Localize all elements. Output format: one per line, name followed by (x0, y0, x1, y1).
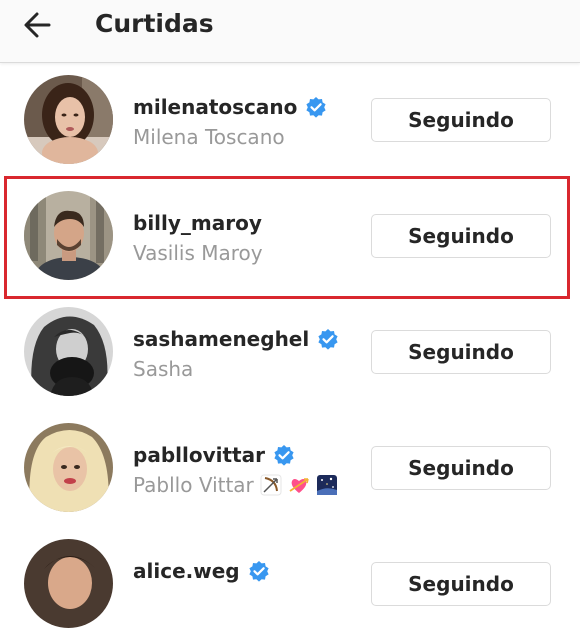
username[interactable]: milenatoscano (133, 92, 327, 122)
username[interactable]: alice.weg (133, 556, 270, 586)
list-item[interactable]: alice.weg Seguindo (0, 527, 580, 643)
full-name-text: Milena Toscano (133, 125, 285, 149)
avatar[interactable] (24, 191, 113, 280)
following-button[interactable]: Seguindo (371, 446, 551, 490)
full-name: Pabllo Vittar (133, 470, 338, 500)
username-text: alice.weg (133, 559, 240, 583)
full-name: Vasilis Maroy (133, 238, 263, 268)
following-button[interactable]: Seguindo (371, 98, 551, 142)
list-item[interactable]: billy_maroy Vasilis Maroy Seguindo (0, 179, 580, 295)
username[interactable]: billy_maroy (133, 208, 262, 238)
following-button[interactable]: Seguindo (371, 330, 551, 374)
list-item[interactable]: pabllovittar Pabllo Vittar Seguindo (0, 411, 580, 527)
verified-badge-icon (274, 445, 294, 466)
username-text: billy_maroy (133, 211, 262, 235)
avatar[interactable] (24, 423, 113, 512)
following-button[interactable]: Seguindo (371, 214, 551, 258)
avatar[interactable] (24, 539, 113, 628)
top-app-bar: Curtidas (0, 0, 580, 63)
bow-and-arrow-emoji-icon (260, 474, 282, 496)
avatar[interactable] (24, 75, 113, 164)
full-name-text: Pabllo Vittar (133, 473, 254, 497)
full-name-text: Vasilis Maroy (133, 241, 263, 265)
verified-badge-icon (306, 97, 326, 118)
page-title: Curtidas (95, 9, 214, 38)
heart-with-arrow-emoji-icon (289, 478, 309, 493)
night-sky-emoji-icon (316, 475, 337, 495)
verified-badge-icon (248, 561, 269, 582)
full-name: Milena Toscano (133, 122, 285, 152)
verified-badge-icon (318, 329, 338, 350)
back-button[interactable] (18, 6, 56, 44)
likes-list: milenatoscano Milena Toscano Seguindo bi… (0, 63, 580, 643)
username[interactable]: sashameneghel (133, 324, 339, 354)
arrow-left-icon (24, 12, 51, 38)
username[interactable]: pabllovittar (133, 440, 295, 470)
list-item[interactable]: sashameneghel Sasha Seguindo (0, 295, 580, 411)
username-text: milenatoscano (133, 95, 298, 119)
following-button[interactable]: Seguindo (371, 562, 551, 606)
avatar[interactable] (24, 307, 113, 396)
username-text: pabllovittar (133, 443, 265, 467)
username-text: sashameneghel (133, 327, 310, 351)
list-item[interactable]: milenatoscano Milena Toscano Seguindo (0, 63, 580, 179)
full-name-text: Sasha (133, 357, 194, 381)
full-name: Sasha (133, 354, 193, 384)
